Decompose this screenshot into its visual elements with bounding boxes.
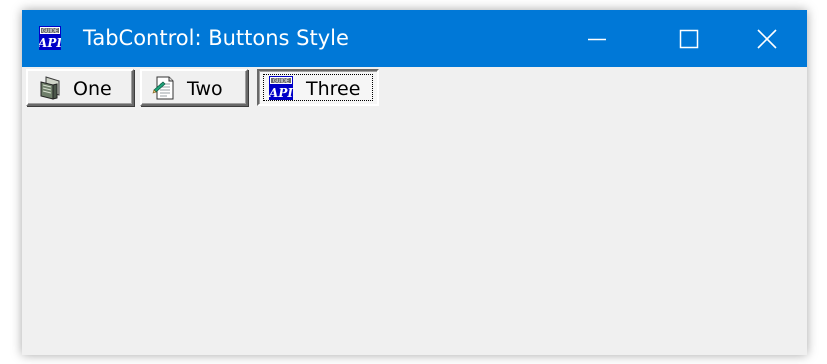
window-title: TabControl: Buttons Style	[83, 26, 349, 50]
minimize-button[interactable]	[551, 10, 643, 67]
title-bar[interactable]: GUIDE API TabControl: Buttons Style	[22, 10, 807, 67]
svg-text:API: API	[39, 36, 61, 50]
maximize-icon	[679, 29, 699, 48]
svg-text:GUIDE: GUIDE	[273, 78, 289, 84]
maximize-button[interactable]	[643, 10, 735, 67]
tab-two[interactable]: Two	[140, 69, 248, 106]
close-icon	[757, 28, 777, 49]
tab-three-label: Three	[306, 77, 361, 100]
api-guide-icon: GUIDE API	[268, 75, 293, 100]
tab-one-label: One	[73, 77, 112, 100]
svg-text:API: API	[268, 86, 293, 100]
notepad-icon	[152, 76, 174, 99]
app-window: GUIDE API TabControl: Buttons Style One …	[22, 10, 807, 355]
tab-control: One Two GUIDE API Three	[22, 67, 807, 355]
svg-text:GUIDE: GUIDE	[42, 29, 58, 35]
window-document-icon	[40, 75, 60, 100]
tab-two-label: Two	[187, 77, 223, 100]
tab-three[interactable]: GUIDE API Three	[257, 69, 379, 106]
api-guide-icon[interactable]: GUIDE API	[39, 26, 61, 50]
close-button[interactable]	[727, 10, 807, 67]
minimize-icon	[588, 38, 606, 40]
tab-one[interactable]: One	[26, 69, 134, 106]
